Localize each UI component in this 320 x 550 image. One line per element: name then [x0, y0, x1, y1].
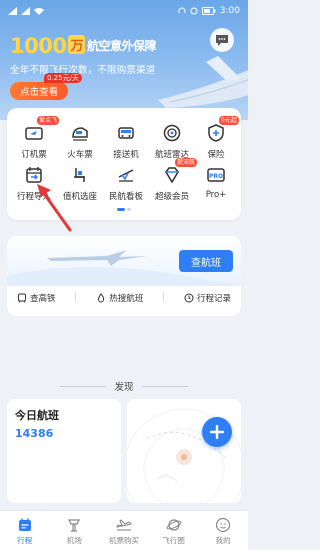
tab-buy-ticket[interactable]: 机票购买 [99, 511, 149, 550]
headphone-icon [178, 7, 186, 13]
plus-icon [210, 425, 224, 439]
signal2-icon [21, 7, 30, 15]
search-flight-button[interactable]: 查航班 [179, 250, 233, 272]
service-label: 超级会员 [154, 192, 189, 202]
tab-airport[interactable]: 机场 [50, 511, 100, 550]
hero-subtitle: 全年不限飞行次数，不限购票渠道 [10, 65, 156, 76]
link-label: 行程记录 [197, 294, 232, 304]
link-label: 热搜航班 [109, 294, 144, 304]
airplane-icon [115, 519, 133, 531]
radar-icon [163, 124, 181, 142]
service-aviation-board[interactable]: 民航看板 [103, 164, 149, 202]
link-label: 查高铁 [29, 294, 56, 304]
link-trip-records[interactable]: 行程记录 [184, 292, 231, 304]
link-trending-flights[interactable]: 热搜航班 [96, 292, 143, 304]
pro-icon: PRO [207, 168, 225, 182]
service-label: 保险 [207, 150, 225, 160]
service-super-member[interactable]: 提深航 超级会员 [149, 158, 198, 202]
tab-itinerary[interactable]: 行程 [0, 511, 50, 550]
status-time: 3:00 [219, 6, 240, 16]
service-label: 接送机 [113, 150, 139, 160]
today-flights-count: 14386 [15, 427, 54, 440]
tab-label: 行程 [17, 536, 33, 545]
service-label: Pro+ [205, 190, 227, 200]
plane-ticket-icon [25, 127, 43, 140]
hero-unit: 万 [68, 35, 85, 54]
flight-search-banner: 查航班 [7, 236, 241, 286]
status-left [8, 7, 44, 15]
page-indicator [117, 208, 131, 211]
service-label: 火车票 [67, 150, 93, 160]
wifi-icon [34, 8, 44, 15]
itinerary-icon [18, 518, 31, 531]
view-details-button[interactable]: 点击查看 [10, 82, 68, 100]
today-flights-title: 今日航班 [15, 409, 59, 422]
chat-button[interactable] [210, 28, 234, 52]
chat-icon [216, 34, 228, 46]
status-right: 3:00 [178, 6, 240, 16]
insurance-icon [208, 124, 224, 142]
hero-title: 1000 万航空意外保障 [10, 34, 156, 58]
service-insurance[interactable]: 0元起 保险 [193, 116, 239, 160]
service-label: 民航看板 [108, 192, 143, 202]
profile-icon [216, 517, 231, 533]
service-label: 订机票 [21, 150, 47, 160]
car-icon [118, 127, 134, 139]
hero-title-rest: 航空意外保障 [86, 39, 157, 53]
tab-label: 我的 [215, 536, 231, 545]
tab-label: 飞行圈 [162, 536, 185, 545]
tab-label: 机场 [66, 536, 82, 545]
clock-icon [184, 293, 194, 303]
diamond-icon [165, 167, 179, 184]
service-tag: 0元起 [219, 116, 239, 125]
service-flight-radar[interactable]: 航班雷达 [149, 122, 195, 160]
flight-search-card: 查航班 查高铁 热搜航班 行程记录 [7, 236, 241, 316]
service-book-flight[interactable]: 爱点飞 订机票 [11, 116, 60, 160]
today-flights-card[interactable]: 今日航班 14386 [7, 399, 121, 503]
service-pro-plus[interactable]: PRO Pro+ [193, 164, 239, 200]
battery-icon [201, 7, 216, 15]
add-fab-button[interactable] [202, 417, 232, 447]
hero-amount: 1000 [10, 34, 67, 58]
flame-icon [98, 293, 105, 303]
service-train-ticket[interactable]: 火车票 [57, 122, 103, 160]
link-high-speed-rail[interactable]: 查高铁 [17, 292, 56, 304]
train-icon [17, 293, 26, 303]
annotation-arrow [37, 184, 72, 232]
board-icon [118, 169, 134, 182]
discover-heading: 发现 [0, 379, 248, 393]
quick-links: 查高铁 热搜航班 行程记录 [7, 292, 241, 304]
tab-label: 机票购买 [108, 536, 139, 545]
tab-mine[interactable]: 我的 [198, 511, 248, 550]
service-tag: 爱点飞 [37, 116, 60, 125]
discover-title: 发现 [114, 382, 134, 393]
map-illustration [127, 408, 241, 503]
alarm-icon [190, 7, 198, 15]
tab-flight-circle[interactable]: 飞行圈 [149, 511, 199, 550]
svg-text:PRO: PRO [209, 173, 223, 180]
signal-icon [8, 7, 17, 15]
service-airport-transfer[interactable]: 接送机 [103, 122, 149, 160]
flight-map-card[interactable] [127, 399, 241, 503]
price-badge: 0.25元/天 [44, 73, 82, 83]
bottom-tab-bar: 行程 机场 机票购买 飞行圈 我的 [0, 510, 248, 550]
airport-tower-icon [68, 519, 81, 532]
status-bar: 3:00 [0, 0, 248, 22]
planet-icon [166, 519, 181, 531]
train-icon [72, 127, 88, 141]
